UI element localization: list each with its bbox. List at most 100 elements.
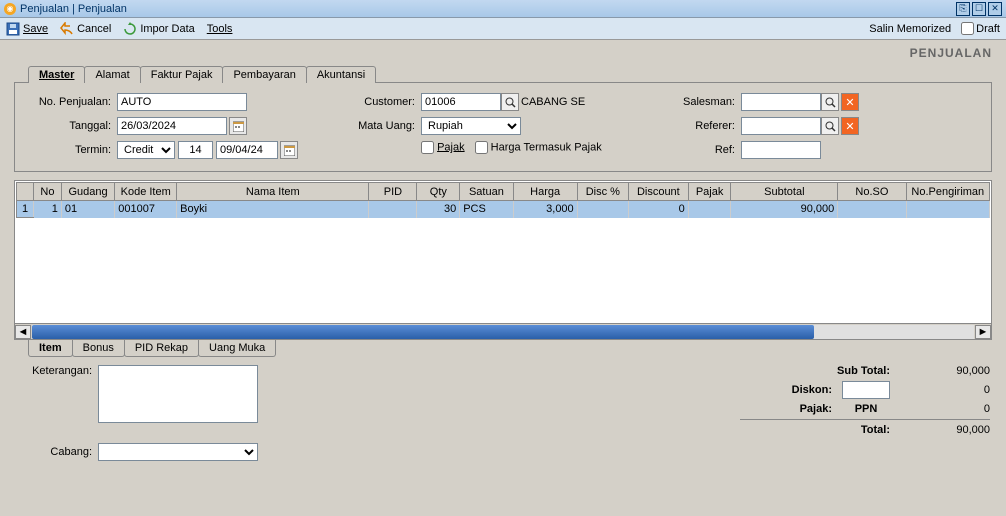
- tab-faktur-pajak[interactable]: Faktur Pajak: [140, 66, 224, 83]
- tanggal-label: Tanggal:: [25, 120, 111, 132]
- draft-checkbox[interactable]: Draft: [961, 22, 1000, 35]
- subtab-bonus[interactable]: Bonus: [72, 340, 125, 357]
- pajak-name: PPN: [842, 403, 890, 415]
- items-grid: No Gudang Kode Item Nama Item PID Qty Sa…: [14, 180, 992, 324]
- scroll-track[interactable]: [32, 325, 974, 339]
- window-restore-button[interactable]: ⎘: [956, 2, 970, 16]
- master-panel: No. Penjualan: Tanggal: Termin: Credit: [14, 82, 992, 172]
- title-bar: ◉ Penjualan | Penjualan ⎘ ☐ ✕: [0, 0, 1006, 18]
- clear-icon: ✕: [845, 120, 854, 133]
- save-button[interactable]: Save: [6, 22, 48, 36]
- main-tabs: Master Alamat Faktur Pajak Pembayaran Ak…: [0, 62, 1006, 82]
- tanggal-date-picker[interactable]: [229, 117, 247, 135]
- tab-pembayaran[interactable]: Pembayaran: [222, 66, 306, 83]
- undo-icon: [60, 22, 74, 36]
- pajak-checkbox[interactable]: Pajak: [421, 141, 465, 154]
- subtab-uang-muka[interactable]: Uang Muka: [198, 340, 276, 357]
- termin-type-select[interactable]: Credit: [117, 141, 175, 159]
- salin-memorized-button[interactable]: Salin Memorized: [869, 23, 951, 35]
- scroll-thumb[interactable]: [32, 325, 814, 339]
- cabang-select[interactable]: [98, 443, 258, 461]
- col-subtotal[interactable]: Subtotal: [731, 183, 838, 201]
- footer: Keterangan: Cabang: Sub Total: 90,000 Di…: [0, 357, 1006, 489]
- subtotal-label: Sub Total:: [837, 365, 890, 377]
- col-kode-item[interactable]: Kode Item: [115, 183, 177, 201]
- col-harga[interactable]: Harga: [513, 183, 577, 201]
- col-nama-item[interactable]: Nama Item: [177, 183, 369, 201]
- impor-data-button[interactable]: Impor Data: [123, 22, 194, 36]
- tab-alamat[interactable]: Alamat: [84, 66, 140, 83]
- referer-clear-button[interactable]: ✕: [841, 117, 859, 135]
- row-indicator[interactable]: 1: [17, 201, 34, 218]
- diskon-input[interactable]: [842, 381, 890, 399]
- ref-input[interactable]: [741, 141, 821, 159]
- pajak-value: 0: [900, 403, 990, 415]
- customer-code-input[interactable]: [421, 93, 501, 111]
- tab-master[interactable]: Master: [28, 66, 85, 83]
- referer-label: Referer:: [675, 120, 735, 132]
- no-penjualan-input[interactable]: [117, 93, 247, 111]
- customer-name: CABANG SE: [521, 96, 601, 108]
- calendar-icon: [284, 145, 295, 156]
- col-no-pengiriman[interactable]: No.Pengiriman: [906, 183, 989, 201]
- col-pajak[interactable]: Pajak: [688, 183, 731, 201]
- window-title: Penjualan | Penjualan: [20, 3, 127, 15]
- window-close-button[interactable]: ✕: [988, 2, 1002, 16]
- tanggal-input[interactable]: [117, 117, 227, 135]
- grid-empty-area[interactable]: [16, 218, 990, 322]
- ref-label: Ref:: [675, 144, 735, 156]
- calendar-icon: [233, 121, 244, 132]
- tools-dropdown[interactable]: Tools: [207, 23, 233, 35]
- salesman-label: Salesman:: [675, 96, 735, 108]
- col-discount[interactable]: Discount: [628, 183, 688, 201]
- pajak-label: Pajak:: [800, 403, 832, 415]
- grid-header-row: No Gudang Kode Item Nama Item PID Qty Sa…: [17, 183, 990, 201]
- search-icon: [825, 121, 836, 132]
- toolbar: Save Cancel Impor Data Tools Salin Memor…: [0, 18, 1006, 40]
- salesman-clear-button[interactable]: ✕: [841, 93, 859, 111]
- col-disc-pct[interactable]: Disc %: [577, 183, 628, 201]
- total-value: 90,000: [900, 424, 990, 436]
- termin-date-picker[interactable]: [280, 141, 298, 159]
- mata-uang-label: Mata Uang:: [355, 120, 415, 132]
- diskon-value: 0: [900, 384, 990, 396]
- referer-input[interactable]: [741, 117, 821, 135]
- subtab-pid-rekap[interactable]: PID Rekap: [124, 340, 199, 357]
- keterangan-textarea[interactable]: [98, 365, 258, 423]
- diskon-label: Diskon:: [792, 384, 832, 396]
- scroll-right-button[interactable]: ►: [975, 325, 991, 339]
- grid-hscrollbar[interactable]: ◄ ►: [14, 324, 992, 340]
- cabang-label: Cabang:: [16, 446, 92, 458]
- subtotal-value: 90,000: [900, 365, 990, 377]
- harga-termasuk-pajak-checkbox[interactable]: Harga Termasuk Pajak: [475, 141, 602, 154]
- mata-uang-select[interactable]: Rupiah: [421, 117, 521, 135]
- tab-akuntansi[interactable]: Akuntansi: [306, 66, 376, 83]
- cancel-button[interactable]: Cancel: [60, 22, 111, 36]
- app-icon: ◉: [4, 3, 16, 15]
- refresh-icon: [123, 22, 137, 36]
- row-selector-header: [17, 183, 34, 201]
- scroll-left-button[interactable]: ◄: [15, 325, 31, 339]
- referer-search-button[interactable]: [821, 117, 839, 135]
- total-label: Total:: [861, 424, 890, 436]
- col-no-so[interactable]: No.SO: [838, 183, 906, 201]
- col-satuan[interactable]: Satuan: [460, 183, 513, 201]
- window-maximize-button[interactable]: ☐: [972, 2, 986, 16]
- search-icon: [825, 97, 836, 108]
- salesman-search-button[interactable]: [821, 93, 839, 111]
- termin-label: Termin:: [25, 144, 111, 156]
- col-no[interactable]: No: [34, 183, 62, 201]
- col-qty[interactable]: Qty: [417, 183, 460, 201]
- col-pid[interactable]: PID: [369, 183, 417, 201]
- subtab-item[interactable]: Item: [28, 340, 73, 357]
- termin-days-input[interactable]: [178, 141, 213, 159]
- sub-tabs: Item Bonus PID Rekap Uang Muka: [0, 340, 1006, 357]
- table-row[interactable]: 1 1 01 001007 Boyki 30 PCS 3,000 0 90,00…: [17, 201, 990, 218]
- customer-label: Customer:: [355, 96, 415, 108]
- customer-search-button[interactable]: [501, 93, 519, 111]
- clear-icon: ✕: [845, 96, 854, 109]
- salesman-input[interactable]: [741, 93, 821, 111]
- no-penjualan-label: No. Penjualan:: [25, 96, 111, 108]
- termin-due-input[interactable]: [216, 141, 278, 159]
- col-gudang[interactable]: Gudang: [61, 183, 114, 201]
